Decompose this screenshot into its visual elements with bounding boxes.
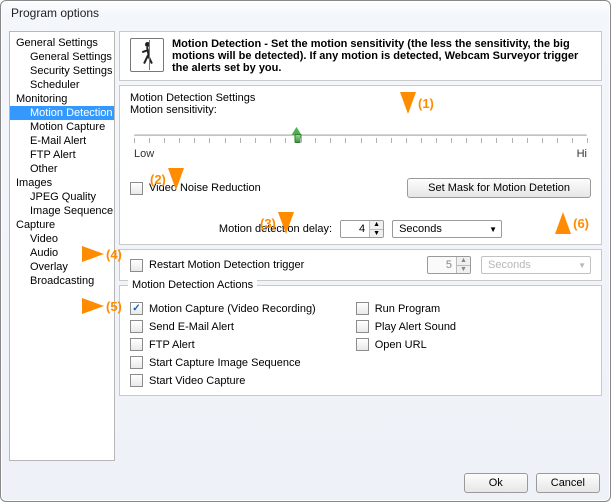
content-area: Motion Detection - Set the motion sensit… (119, 31, 602, 461)
tree-motion-capture[interactable]: Motion Capture (10, 120, 114, 134)
delay-down-icon[interactable]: ▼ (369, 230, 383, 238)
action-send-email[interactable]: Send E-Mail Alert (130, 320, 316, 333)
tree-capture[interactable]: Capture (10, 218, 114, 232)
tree-video[interactable]: Video (10, 232, 114, 246)
vnr-row[interactable]: Video Noise Reduction (130, 182, 261, 195)
action-checkbox[interactable] (130, 320, 143, 333)
tree-audio[interactable]: Audio (10, 246, 114, 260)
tree-broadcasting[interactable]: Broadcasting (10, 274, 114, 288)
cancel-button[interactable]: Cancel (536, 473, 600, 493)
action-checkbox[interactable] (356, 338, 369, 351)
tree-images[interactable]: Images (10, 176, 114, 190)
set-mask-button[interactable]: Set Mask for Motion Detetion (407, 178, 591, 198)
motion-settings-label: Motion Detection Settings (130, 92, 591, 104)
tree-overlay[interactable]: Overlay (10, 260, 114, 274)
restart-up-icon: ▲ (456, 257, 470, 266)
delay-unit-dropdown[interactable]: Seconds ▼ (392, 220, 502, 238)
window-title: Program options (1, 1, 610, 27)
action-checkbox[interactable] (356, 320, 369, 333)
tree-scheduler[interactable]: Scheduler (10, 78, 114, 92)
action-start-video-capture[interactable]: Start Video Capture (130, 374, 316, 387)
delay-value[interactable] (341, 221, 369, 237)
motion-sensitivity-slider[interactable] (134, 124, 587, 146)
restart-row[interactable]: Restart Motion Detection trigger (130, 259, 304, 272)
delay-spinner[interactable]: ▲▼ (340, 220, 384, 238)
motion-sensitivity-label: Motion sensitivity: (130, 104, 591, 116)
chevron-down-icon: ▼ (489, 225, 497, 234)
action-start-image-seq[interactable]: Start Capture Image Sequence (130, 356, 316, 369)
action-open-url[interactable]: Open URL (356, 338, 456, 351)
program-options-window: Program options General Settings General… (0, 0, 611, 502)
slider-low-label: Low (134, 148, 154, 160)
action-checkbox[interactable] (130, 356, 143, 369)
slider-hi-label: Hi (577, 148, 587, 160)
action-run-program[interactable]: Run Program (356, 302, 456, 315)
restart-unit: Seconds (488, 259, 531, 271)
action-checkbox[interactable] (130, 338, 143, 351)
tree-image-sequence[interactable]: Image Sequence (10, 204, 114, 218)
motion-settings-panel: Motion Detection Settings Motion sensiti… (119, 85, 602, 245)
tree-ftp-alert[interactable]: FTP Alert (10, 148, 114, 162)
delay-unit: Seconds (399, 223, 442, 235)
restart-checkbox[interactable] (130, 259, 143, 272)
actions-fieldset: Motion Detection Actions Motion Capture … (119, 285, 602, 396)
delay-up-icon[interactable]: ▲ (369, 221, 383, 230)
tree-general-settings-child[interactable]: General Settings (10, 50, 114, 64)
action-motion-capture[interactable]: Motion Capture (Video Recording) (130, 302, 316, 315)
dialog-footer: Ok Cancel (1, 467, 610, 501)
restart-label: Restart Motion Detection trigger (149, 259, 304, 271)
tree-email-alert[interactable]: E-Mail Alert (10, 134, 114, 148)
vnr-checkbox[interactable] (130, 182, 143, 195)
restart-value (428, 257, 456, 273)
tree-jpeg-quality[interactable]: JPEG Quality (10, 190, 114, 204)
action-checkbox[interactable] (356, 302, 369, 315)
delay-label: Motion detection delay: (219, 223, 332, 235)
chevron-down-icon: ▼ (578, 261, 586, 270)
tree-monitoring[interactable]: Monitoring (10, 92, 114, 106)
action-checkbox[interactable] (130, 374, 143, 387)
client-area: General Settings General Settings Securi… (1, 27, 610, 467)
action-play-sound[interactable]: Play Alert Sound (356, 320, 456, 333)
settings-tree[interactable]: General Settings General Settings Securi… (9, 31, 115, 461)
tree-security-settings[interactable]: Security Settings (10, 64, 114, 78)
action-ftp-alert[interactable]: FTP Alert (130, 338, 316, 351)
tree-general-settings[interactable]: General Settings (10, 36, 114, 50)
restart-spinner: ▲▼ (427, 256, 471, 274)
header-description: Motion Detection - Set the motion sensit… (172, 38, 591, 74)
actions-legend: Motion Detection Actions (128, 279, 257, 291)
tree-other[interactable]: Other (10, 162, 114, 176)
restart-down-icon: ▼ (456, 266, 470, 274)
restart-unit-dropdown: Seconds ▼ (481, 256, 591, 274)
motion-detection-icon (130, 38, 164, 72)
tree-motion-detection[interactable]: Motion Detection (10, 106, 114, 120)
restart-panel: Restart Motion Detection trigger ▲▼ Seco… (119, 249, 602, 281)
action-checkbox[interactable] (130, 302, 143, 315)
ok-button[interactable]: Ok (464, 473, 528, 493)
header-panel: Motion Detection - Set the motion sensit… (119, 31, 602, 81)
vnr-label: Video Noise Reduction (149, 182, 261, 194)
